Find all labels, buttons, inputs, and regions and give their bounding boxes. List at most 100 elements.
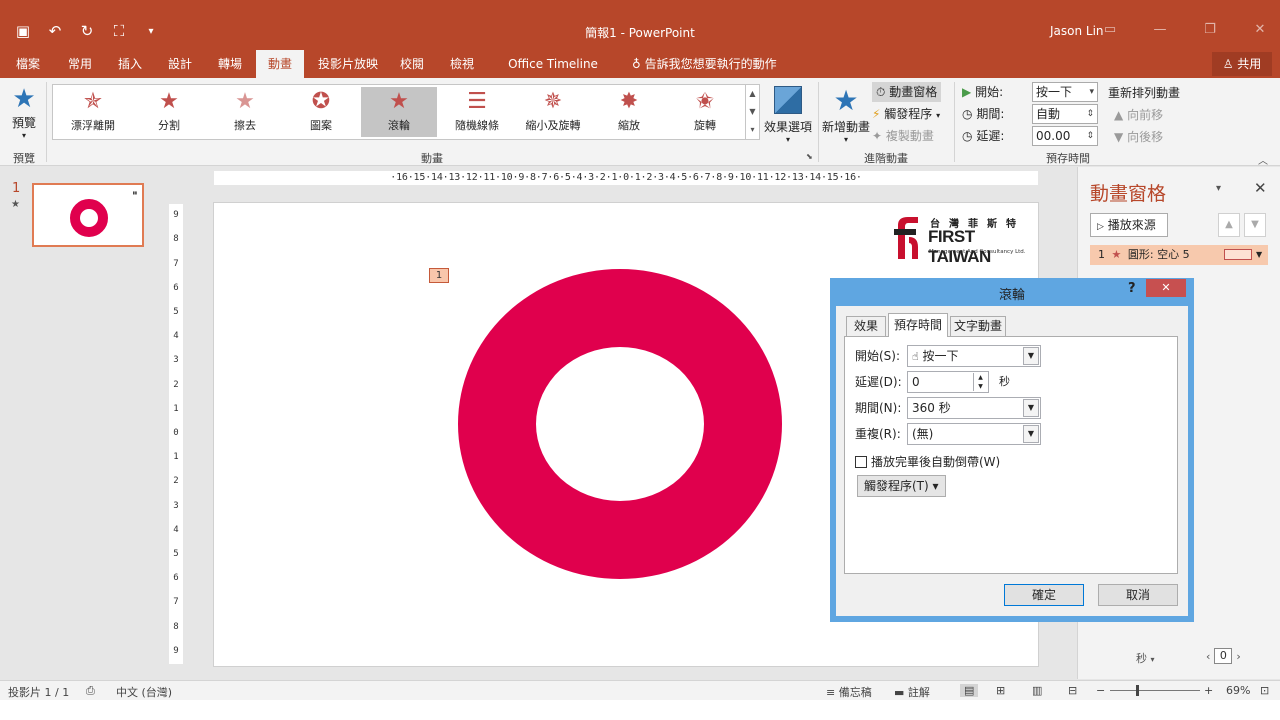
slide-sorter-icon[interactable]: ⊞ xyxy=(996,684,1005,697)
fit-slide-icon[interactable]: ⊡ xyxy=(1260,684,1269,697)
cancel-button[interactable]: 取消 xyxy=(1098,584,1178,606)
slide-thumbnail[interactable]: ▮▮ xyxy=(32,183,144,247)
gallery-item-wheel[interactable]: ★ 滾輪 xyxy=(361,87,437,137)
vertical-ruler-tick: 3 xyxy=(173,355,179,366)
animation-list-item[interactable]: 1 ★ 圓形: 空心 5 ▼ xyxy=(1090,245,1268,265)
effect-options-button[interactable]: 效果選項 ▾ xyxy=(762,86,814,144)
animation-pane-button[interactable]: ⏱ 動畫窗格 xyxy=(872,82,942,102)
gallery-expand-icon[interactable]: ▾ xyxy=(746,121,759,139)
tab-office-timeline[interactable]: Office Timeline Free xyxy=(494,50,612,99)
zoom-slider-thumb[interactable] xyxy=(1136,685,1139,696)
zoom-level[interactable]: 69% xyxy=(1226,684,1250,697)
timeline-zoom-value[interactable]: 0 xyxy=(1214,648,1233,664)
comments-button[interactable]: ▬ 註解 xyxy=(894,684,930,700)
tell-me-box[interactable]: ♁ 告訴我您想要執行的動作 xyxy=(632,50,777,78)
dialog-launcher-icon[interactable]: ⬊ xyxy=(806,152,813,161)
preview-button[interactable]: ★ 預覽 ▾ xyxy=(6,84,42,140)
gallery-label: 漂浮離開 xyxy=(71,119,115,132)
move-earlier-button[interactable]: ▲ 向前移 xyxy=(1114,106,1163,123)
gallery-item-random-bars[interactable]: ☰ 隨機線條 xyxy=(439,87,515,137)
tab-file[interactable]: 檔案 xyxy=(6,50,50,78)
spinner-icon[interactable]: ⇕ xyxy=(1086,127,1094,145)
status-bar: 投影片 1 / 1 ⎙ 中文 (台灣) ≡ 備忘稿 ▬ 註解 ▤ ⊞ ▥ ⊟ −… xyxy=(0,680,1280,700)
gallery-item-wipe[interactable]: ★ 擦去 xyxy=(207,87,283,137)
divider xyxy=(954,82,955,162)
chevron-down-icon[interactable]: ▼ xyxy=(1256,245,1262,265)
seconds-dropdown[interactable]: 秒 ▾ xyxy=(1136,650,1155,666)
rewind-checkbox[interactable]: 播放完畢後自動倒帶(W) xyxy=(855,453,1000,470)
chevron-down-icon[interactable]: ▼ xyxy=(1023,347,1039,365)
company-logo[interactable]: 台灣菲斯特 FIRST TAIWAN Management And Consul… xyxy=(892,213,1032,266)
normal-view-icon[interactable]: ▤ xyxy=(960,684,979,697)
move-later-button[interactable]: ▼ 向後移 xyxy=(1114,128,1163,145)
pane-options-icon[interactable]: ▾ xyxy=(1216,183,1221,194)
gallery-item-split[interactable]: ★ 分割 xyxy=(131,87,207,137)
zoom-out-icon[interactable]: − xyxy=(1096,684,1105,697)
start-select[interactable]: 按一下 ▾ xyxy=(1032,82,1098,102)
start-combo[interactable]: ☝ 按一下 ▼ xyxy=(907,345,1041,367)
close-icon[interactable]: ✕ xyxy=(1250,22,1270,37)
collapse-ribbon-icon[interactable]: ︿ xyxy=(1258,152,1268,167)
animation-painter-button[interactable]: ✦ 複製動畫 xyxy=(872,126,934,146)
tab-design[interactable]: 設計 xyxy=(158,50,202,78)
help-icon[interactable]: ? xyxy=(1128,281,1136,296)
play-from-button[interactable]: ▷ 播放來源 xyxy=(1090,213,1168,237)
chevron-right-icon[interactable]: › xyxy=(1236,650,1240,663)
animation-item-number: 1 xyxy=(1098,248,1105,261)
gallery-item-zoom[interactable]: ✸ 縮放 xyxy=(591,87,667,137)
tab-insert[interactable]: 插入 xyxy=(108,50,152,78)
language-indicator[interactable]: 中文 (台灣) xyxy=(116,684,172,700)
move-down-icon[interactable]: ▼ xyxy=(1244,213,1266,237)
duration-spinner[interactable]: 自動 ⇕ xyxy=(1032,104,1098,124)
chevron-left-icon[interactable]: ‹ xyxy=(1206,650,1210,663)
delay-spinner[interactable]: 00.00 ⇕ xyxy=(1032,126,1098,146)
dialog-tab-timing[interactable]: 預存時間 xyxy=(888,313,948,337)
chevron-down-icon[interactable]: ▼ xyxy=(1023,399,1039,417)
user-name[interactable]: Jason Lin xyxy=(1050,24,1104,38)
notes-button[interactable]: ≡ 備忘稿 xyxy=(826,684,872,700)
animation-order-tag[interactable]: 1 xyxy=(429,268,449,283)
spinner-icon[interactable]: ⇕ xyxy=(1086,105,1094,123)
move-up-icon[interactable]: ▲ xyxy=(1218,213,1240,237)
timing-panel: 開始(S): ☝ 按一下 ▼ 延遲(D): 0 ▲ ▼ 秒 期間(N): 360 … xyxy=(844,336,1178,574)
gallery-scrollbar[interactable]: ▲ ▼ ▾ xyxy=(745,85,759,139)
tab-transitions[interactable]: 轉場 xyxy=(208,50,252,78)
checkbox-box[interactable] xyxy=(855,455,867,468)
dialog-close-icon[interactable]: ✕ xyxy=(1146,279,1186,297)
scroll-up-icon[interactable]: ▲ xyxy=(746,85,759,103)
tab-review[interactable]: 校閱 xyxy=(390,50,434,78)
maximize-icon[interactable]: ❐ xyxy=(1200,22,1220,37)
divider xyxy=(46,82,47,162)
chevron-down-icon[interactable]: ▼ xyxy=(1023,425,1039,443)
gallery-item-swivel[interactable]: ✬ 旋轉 xyxy=(667,87,743,137)
reading-view-icon[interactable]: ▥ xyxy=(1032,684,1042,697)
tab-animations[interactable]: 動畫 xyxy=(256,50,304,78)
zoom-in-icon[interactable]: + xyxy=(1204,684,1213,697)
tab-view[interactable]: 檢視 xyxy=(440,50,484,78)
minimize-icon[interactable]: — xyxy=(1150,22,1170,37)
gallery-item-shrink-turn[interactable]: ✵ 縮小及旋轉 xyxy=(515,87,591,137)
dialog-tab-effect[interactable]: 效果 xyxy=(846,316,886,336)
dialog-tab-text-animation[interactable]: 文字動畫 xyxy=(950,316,1006,336)
trigger-toggle-button[interactable]: 觸發程序(T) ▾ xyxy=(857,475,946,497)
tab-slideshow[interactable]: 投影片放映 xyxy=(312,50,384,78)
pane-close-icon[interactable]: ✕ xyxy=(1254,179,1267,197)
trigger-button[interactable]: ⚡ 觸發程序 ▾ xyxy=(872,104,940,124)
slideshow-icon[interactable]: ⊟ xyxy=(1068,684,1077,697)
repeat-combo[interactable]: (無) ▼ xyxy=(907,423,1041,445)
donut-shape[interactable] xyxy=(458,269,782,579)
ribbon-display-icon[interactable]: ▭ xyxy=(1100,22,1120,37)
gallery-item-float-out[interactable]: ✯ 漂浮離開 xyxy=(55,87,131,137)
scroll-down-icon[interactable]: ▼ xyxy=(746,103,759,121)
duration-combo[interactable]: 360 秒 ▼ xyxy=(907,397,1041,419)
ok-button[interactable]: 確定 xyxy=(1004,584,1084,606)
gallery-item-shape[interactable]: ✪ 圖案 xyxy=(283,87,359,137)
add-animation-button[interactable]: ★ 新增動畫 ▾ xyxy=(822,84,870,144)
tab-home[interactable]: 常用 xyxy=(58,50,102,78)
spinner-icon[interactable]: ▲ ▼ xyxy=(973,373,987,391)
delay-spin[interactable]: 0 ▲ ▼ xyxy=(907,371,989,393)
spellcheck-icon[interactable]: ⎙ xyxy=(86,684,95,698)
share-button[interactable]: ♙ 共用 xyxy=(1212,52,1272,76)
rewind-label: 播放完畢後自動倒帶(W) xyxy=(871,455,1001,469)
zoom-slider[interactable] xyxy=(1110,690,1200,691)
